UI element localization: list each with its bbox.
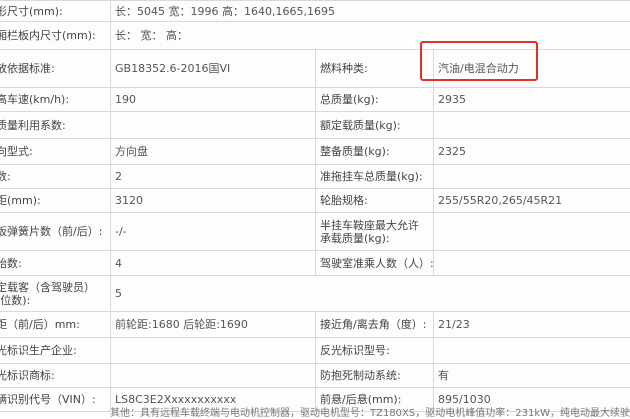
- row-label: 额定载客（含驾驶员）(座位数):: [0, 276, 111, 312]
- row-label: 载质量利用系数:: [0, 112, 111, 139]
- table-row: 轮胎数: 4 驾驶室准乘人数（人）:: [0, 251, 630, 276]
- row-label: 燃料种类:: [316, 50, 434, 88]
- row-label: 反光标识商标:: [0, 364, 111, 388]
- table-row: 最高车速(km/h): 190 总质量(kg): 2935: [0, 88, 630, 112]
- row-label: 轮胎数:: [0, 251, 111, 276]
- row-label: 总质量(kg):: [316, 88, 434, 112]
- row-value: 长： 宽： 高：: [111, 22, 630, 50]
- table-row: 反光标识商标: 防抱死制动系统: 有: [0, 364, 630, 388]
- row-label: 反光标识生产企业:: [0, 338, 111, 364]
- row-label: 最高车速(km/h):: [0, 88, 111, 112]
- row-value: [111, 112, 316, 139]
- table-row: 钢板弹簧片数（前/后）: -/- 半挂车鞍座最大允许承载质量(kg):: [0, 213, 630, 251]
- row-label: 轮胎规格:: [316, 189, 434, 213]
- row-label: 准拖挂车总质量(kg):: [316, 165, 434, 189]
- row-value: 5: [111, 276, 630, 312]
- row-label: 驾驶室准乘人数（人）:: [316, 251, 434, 276]
- fuel-type-highlight-box: [420, 41, 538, 81]
- row-value: 方向盘: [111, 139, 316, 165]
- row-value: 21/23: [434, 312, 630, 338]
- row-value: GB18352.6-2016国VI: [111, 50, 316, 88]
- row-value: 255/55R20,265/45R21: [434, 189, 630, 213]
- table-row: 额定载客（含驾驶员）(座位数): 5: [0, 276, 630, 312]
- table-row: 轮距（前/后）mm: 前轮距:1680 后轮距:1690 接近角/离去角（度）:…: [0, 312, 630, 338]
- row-label: 钢板弹簧片数（前/后）:: [0, 213, 111, 251]
- row-value: [434, 338, 630, 364]
- row-label: 整备质量(kg):: [316, 139, 434, 165]
- row-value: [111, 338, 316, 364]
- row-label: 外形尺寸(mm):: [0, 1, 111, 22]
- row-value: 有: [434, 364, 630, 388]
- table-row: 轴数: 2 准拖挂车总质量(kg):: [0, 165, 630, 189]
- row-value: 2: [111, 165, 316, 189]
- table-row: 反光标识生产企业: 反光标识型号:: [0, 338, 630, 364]
- row-label: 轴距(mm):: [0, 189, 111, 213]
- row-value: 前轮距:1680 后轮距:1690: [111, 312, 316, 338]
- row-label: 接近角/离去角（度）:: [316, 312, 434, 338]
- row-value: [434, 251, 630, 276]
- row-value: 3120: [111, 189, 316, 213]
- row-value: [434, 213, 630, 251]
- row-value: [434, 165, 630, 189]
- row-label: 额定载质量(kg):: [316, 112, 434, 139]
- row-value: 长：5045 宽：1996 高：1640,1665,1695: [111, 1, 630, 22]
- table-row: 转向型式: 方向盘 整备质量(kg): 2325: [0, 139, 630, 165]
- row-label: 轴数:: [0, 165, 111, 189]
- row-value: -/-: [111, 213, 316, 251]
- row-label: 车辆识别代号（VIN）:: [0, 388, 111, 412]
- footnote-text: 其他：具有远程车载终端与电动机控制器，驱动电机型号：TZ180XS，驱动电机峰值…: [110, 404, 630, 419]
- row-label: 轮距（前/后）mm:: [0, 312, 111, 338]
- row-label: 反光标识型号:: [316, 338, 434, 364]
- row-value: 2935: [434, 88, 630, 112]
- row-label: 货厢栏板内尺寸(mm):: [0, 22, 111, 50]
- table-row: 轴距(mm): 3120 轮胎规格: 255/55R20,265/45R21: [0, 189, 630, 213]
- row-value: 4: [111, 251, 316, 276]
- table-row: 载质量利用系数: 额定载质量(kg):: [0, 112, 630, 139]
- row-label: 防抱死制动系统:: [316, 364, 434, 388]
- row-value: [111, 364, 316, 388]
- row-value: 190: [111, 88, 316, 112]
- row-value: 2325: [434, 139, 630, 165]
- spec-sheet: 外形尺寸(mm): 长：5045 宽：1996 高：1640,1665,1695…: [0, 0, 630, 416]
- row-label: 转向型式:: [0, 139, 111, 165]
- row-label: 半挂车鞍座最大允许承载质量(kg):: [316, 213, 434, 251]
- table-row: 外形尺寸(mm): 长：5045 宽：1996 高：1640,1665,1695: [0, 1, 630, 22]
- row-label: 排放依据标准:: [0, 50, 111, 88]
- row-value: [434, 112, 630, 139]
